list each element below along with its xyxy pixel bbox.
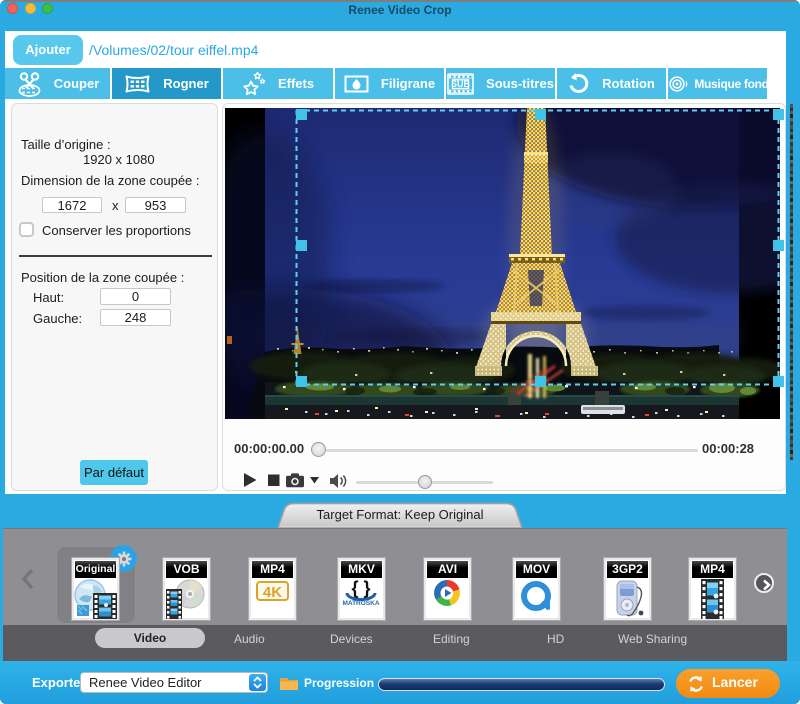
svg-text:SUB: SUB [451,79,471,89]
svg-text:{ }: { } [351,579,370,598]
svg-text:MATROSKA: MATROSKA [342,600,379,607]
